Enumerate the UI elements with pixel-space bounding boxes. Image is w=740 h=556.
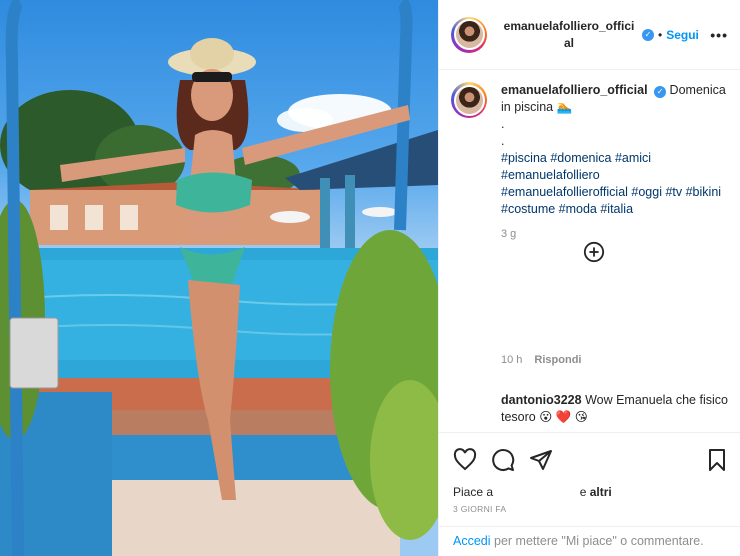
- header-username[interactable]: emanuelafolliero_offici al: [499, 18, 639, 52]
- likes-suffix: e: [579, 485, 587, 499]
- caption-time: 3 g: [501, 228, 517, 240]
- avatar[interactable]: [451, 16, 487, 53]
- caption-row: emanuelafolliero_official ✓ Domenica in …: [451, 82, 728, 243]
- action-icons: [453, 447, 729, 473]
- plus-circle-icon[interactable]: [583, 241, 605, 263]
- heart-icon[interactable]: [453, 448, 477, 472]
- likes-prefix: Piace a: [453, 485, 494, 499]
- caption-hashtags[interactable]: #piscina #domenica #amici #emanuelafolli…: [501, 150, 727, 218]
- more-options-icon[interactable]: •••: [710, 27, 728, 43]
- send-icon[interactable]: [529, 448, 553, 472]
- header-username-line2: al: [563, 35, 574, 50]
- reply-row: 10 h Rispondi: [501, 354, 581, 366]
- likes-line: Piace a e altri: [453, 485, 729, 499]
- bookmark-icon[interactable]: [705, 448, 729, 472]
- pool-scene-image: [0, 0, 438, 556]
- avatar-image: [453, 84, 485, 116]
- caption-username[interactable]: emanuelafolliero_official: [501, 83, 648, 97]
- caption-area: emanuelafolliero_official ✓ Domenica in …: [439, 70, 740, 370]
- comment: dantonio3228 Wow Emanuela che fisico tes…: [501, 392, 731, 426]
- comment-username[interactable]: dantonio3228: [501, 393, 582, 407]
- separator-dot: •: [658, 27, 663, 42]
- login-footer: Accedi per mettere "Mi piace" o commenta…: [439, 526, 740, 556]
- verified-badge-icon: ✓: [642, 28, 654, 41]
- caption-text: emanuelafolliero_official ✓ Domenica in …: [501, 82, 727, 243]
- caption-dot-1: .: [501, 117, 505, 131]
- follow-button[interactable]: Segui: [666, 28, 699, 42]
- reply-button[interactable]: Rispondi: [534, 354, 581, 366]
- post-photo[interactable]: [0, 0, 438, 556]
- caption-dot-2: .: [501, 134, 505, 148]
- instagram-post: emanuelafolliero_offici al ✓ • Segui •••…: [0, 0, 740, 556]
- action-bar: Piace a e altri 3 GIORNI FA: [439, 432, 740, 518]
- likes-others-link[interactable]: altri: [590, 485, 612, 499]
- avatar-image: [453, 19, 485, 50]
- caption-avatar[interactable]: [451, 82, 487, 118]
- login-link[interactable]: Accedi: [453, 534, 491, 548]
- header-username-line1: emanuelafolliero_offici: [503, 18, 635, 33]
- verified-badge-icon: ✓: [654, 86, 667, 98]
- comment-icon[interactable]: [491, 448, 515, 472]
- post-header: emanuelafolliero_offici al ✓ • Segui •••: [439, 0, 740, 70]
- reply-time: 10 h: [501, 354, 523, 366]
- post-date: 3 GIORNI FA: [453, 504, 507, 514]
- post-side-panel: emanuelafolliero_offici al ✓ • Segui •••…: [438, 0, 740, 556]
- login-footer-text: per mettere "Mi piace" o commentare.: [494, 534, 704, 548]
